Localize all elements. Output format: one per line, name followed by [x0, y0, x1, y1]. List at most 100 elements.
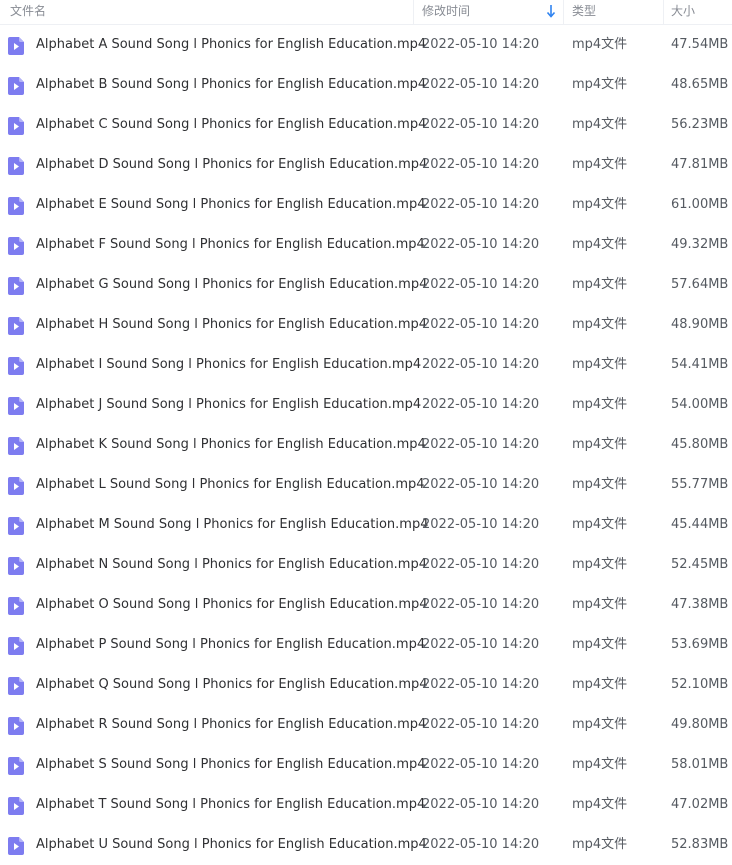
file-row[interactable]: Alphabet S Sound Song l Phonics for Engl… [0, 745, 732, 785]
file-type: mp4文件 [572, 717, 628, 732]
file-type: mp4文件 [572, 117, 628, 132]
file-type: mp4文件 [572, 37, 628, 52]
file-name: Alphabet U Sound Song l Phonics for Engl… [36, 837, 427, 852]
column-type-header[interactable]: 类型 [572, 0, 596, 24]
file-modified-date: 2022-05-10 14:20 [422, 597, 540, 612]
file-type: mp4文件 [572, 597, 628, 612]
file-row[interactable]: Alphabet O Sound Song l Phonics for Engl… [0, 585, 732, 625]
file-name: Alphabet C Sound Song l Phonics for Engl… [36, 117, 427, 132]
file-row[interactable]: Alphabet F Sound Song l Phonics for Engl… [0, 225, 732, 265]
video-file-icon [8, 357, 24, 375]
file-row[interactable]: Alphabet L Sound Song l Phonics for Engl… [0, 465, 732, 505]
file-row[interactable]: Alphabet E Sound Song l Phonics for Engl… [0, 185, 732, 225]
file-row[interactable]: Alphabet H Sound Song l Phonics for Engl… [0, 305, 732, 345]
file-modified-date: 2022-05-10 14:20 [422, 117, 540, 132]
file-size: 47.02MB [671, 797, 729, 812]
column-divider[interactable] [563, 0, 564, 24]
file-size: 57.64MB [671, 277, 729, 292]
video-file-icon [8, 77, 24, 95]
file-row[interactable]: Alphabet R Sound Song l Phonics for Engl… [0, 705, 732, 745]
file-modified-date: 2022-05-10 14:20 [422, 477, 540, 492]
video-file-icon [8, 757, 24, 775]
file-modified-date: 2022-05-10 14:20 [422, 517, 540, 532]
file-name: Alphabet L Sound Song l Phonics for Engl… [36, 477, 425, 492]
video-file-icon [8, 277, 24, 295]
file-size: 61.00MB [671, 197, 729, 212]
file-size: 52.45MB [671, 557, 729, 572]
file-type: mp4文件 [572, 157, 628, 172]
video-file-icon [8, 597, 24, 615]
file-name: Alphabet T Sound Song l Phonics for Engl… [36, 797, 426, 812]
file-type: mp4文件 [572, 757, 628, 772]
file-type: mp4文件 [572, 397, 628, 412]
file-type: mp4文件 [572, 637, 628, 652]
file-modified-date: 2022-05-10 14:20 [422, 757, 540, 772]
file-modified-date: 2022-05-10 14:20 [422, 637, 540, 652]
file-modified-date: 2022-05-10 14:20 [422, 157, 540, 172]
file-row[interactable]: Alphabet B Sound Song l Phonics for Engl… [0, 65, 732, 105]
video-file-icon [8, 477, 24, 495]
file-type: mp4文件 [572, 357, 628, 372]
file-row[interactable]: Alphabet K Sound Song l Phonics for Engl… [0, 425, 732, 465]
column-divider[interactable] [413, 0, 414, 24]
file-modified-date: 2022-05-10 14:20 [422, 317, 540, 332]
file-row[interactable]: Alphabet U Sound Song l Phonics for Engl… [0, 825, 732, 865]
column-name-header[interactable]: 文件名 [10, 0, 46, 24]
file-name: Alphabet A Sound Song l Phonics for Engl… [36, 37, 427, 52]
file-size: 54.41MB [671, 357, 729, 372]
file-type: mp4文件 [572, 837, 628, 852]
file-name: Alphabet R Sound Song l Phonics for Engl… [36, 717, 427, 732]
file-type: mp4文件 [572, 277, 628, 292]
video-file-icon [8, 837, 24, 855]
video-file-icon [8, 197, 24, 215]
file-row[interactable]: Alphabet Q Sound Song l Phonics for Engl… [0, 665, 732, 705]
file-row[interactable]: Alphabet I Sound Song l Phonics for Engl… [0, 345, 732, 385]
column-size-header[interactable]: 大小 [671, 0, 695, 24]
file-modified-date: 2022-05-10 14:20 [422, 237, 540, 252]
file-name: Alphabet D Sound Song l Phonics for Engl… [36, 157, 428, 172]
file-size: 55.77MB [671, 477, 729, 492]
file-row[interactable]: Alphabet D Sound Song l Phonics for Engl… [0, 145, 732, 185]
file-row[interactable]: Alphabet N Sound Song l Phonics for Engl… [0, 545, 732, 585]
file-size: 48.90MB [671, 317, 729, 332]
file-row[interactable]: Alphabet T Sound Song l Phonics for Engl… [0, 785, 732, 825]
file-modified-date: 2022-05-10 14:20 [422, 357, 540, 372]
file-name: Alphabet F Sound Song l Phonics for Engl… [36, 237, 425, 252]
file-size: 58.01MB [671, 757, 729, 772]
file-row[interactable]: Alphabet J Sound Song l Phonics for Engl… [0, 385, 732, 425]
file-row[interactable]: Alphabet P Sound Song l Phonics for Engl… [0, 625, 732, 665]
file-modified-date: 2022-05-10 14:20 [422, 837, 540, 852]
file-type: mp4文件 [572, 557, 628, 572]
file-list: Alphabet A Sound Song l Phonics for Engl… [0, 25, 732, 865]
file-row[interactable]: Alphabet A Sound Song l Phonics for Engl… [0, 25, 732, 65]
file-type: mp4文件 [572, 517, 628, 532]
file-modified-date: 2022-05-10 14:20 [422, 397, 540, 412]
file-name: Alphabet I Sound Song l Phonics for Engl… [36, 357, 422, 372]
video-file-icon [8, 677, 24, 695]
file-size: 49.32MB [671, 237, 729, 252]
file-row[interactable]: Alphabet M Sound Song l Phonics for Engl… [0, 505, 732, 545]
file-type: mp4文件 [572, 437, 628, 452]
video-file-icon [8, 117, 24, 135]
file-size: 48.65MB [671, 77, 729, 92]
file-type: mp4文件 [572, 797, 628, 812]
column-divider[interactable] [663, 0, 664, 24]
column-modified-header[interactable]: 修改时间 [422, 0, 470, 24]
file-size: 52.83MB [671, 837, 729, 852]
file-size: 49.80MB [671, 717, 729, 732]
file-name: Alphabet O Sound Song l Phonics for Engl… [36, 597, 428, 612]
file-size: 54.00MB [671, 397, 729, 412]
file-name: Alphabet J Sound Song l Phonics for Engl… [36, 397, 422, 412]
file-row[interactable]: Alphabet G Sound Song l Phonics for Engl… [0, 265, 732, 305]
video-file-icon [8, 317, 24, 335]
video-file-icon [8, 637, 24, 655]
file-row[interactable]: Alphabet C Sound Song l Phonics for Engl… [0, 105, 732, 145]
video-file-icon [8, 237, 24, 255]
video-file-icon [8, 517, 24, 535]
file-size: 53.69MB [671, 637, 729, 652]
file-name: Alphabet M Sound Song l Phonics for Engl… [36, 517, 429, 532]
file-name: Alphabet E Sound Song l Phonics for Engl… [36, 197, 426, 212]
file-modified-date: 2022-05-10 14:20 [422, 277, 540, 292]
sort-descending-icon[interactable] [546, 4, 556, 18]
file-type: mp4文件 [572, 197, 628, 212]
